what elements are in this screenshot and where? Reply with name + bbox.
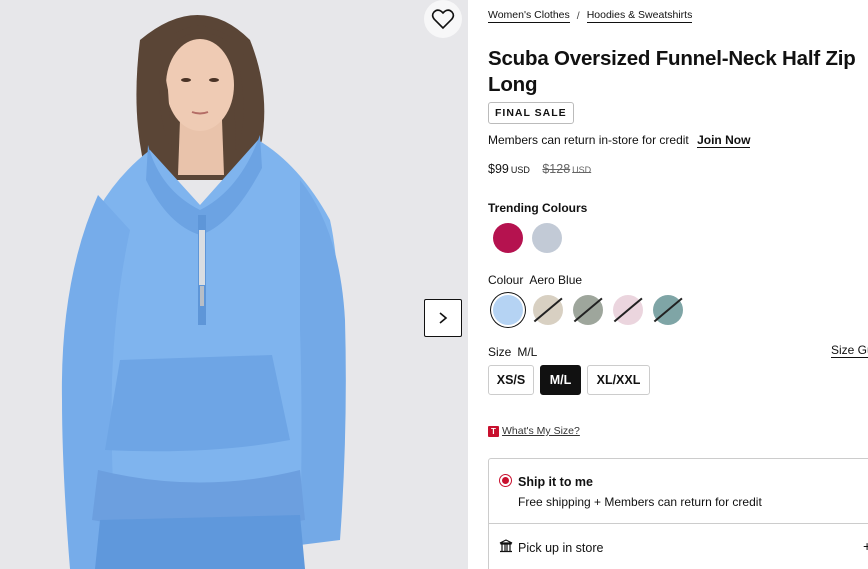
store-icon bbox=[499, 539, 513, 553]
heart-icon bbox=[431, 9, 455, 30]
original-price: $128 USD bbox=[542, 162, 591, 176]
colour-selected-value: Aero Blue bbox=[529, 273, 583, 287]
colour-swatch-sage-grey[interactable] bbox=[573, 295, 603, 325]
unavailable-slash bbox=[573, 297, 603, 322]
ship-it-option[interactable]: Ship it to me Free shipping + Members ca… bbox=[489, 459, 868, 524]
expand-plus-icon[interactable]: + bbox=[863, 538, 868, 554]
colour-swatch-pale-pink[interactable] bbox=[613, 295, 643, 325]
product-title: Scuba Oversized Funnel-Neck Half Zip Lon… bbox=[488, 47, 856, 96]
colour-label: Colour Aero Blue bbox=[488, 273, 582, 287]
size-label: Size M/L bbox=[488, 345, 537, 359]
size-option-m-l[interactable]: M/L bbox=[540, 365, 581, 395]
unavailable-slash bbox=[653, 297, 683, 322]
breadcrumb-separator: / bbox=[576, 10, 580, 22]
trending-swatch-magenta[interactable] bbox=[493, 223, 523, 253]
unavailable-slash bbox=[533, 297, 563, 322]
size-title: Size bbox=[488, 345, 512, 359]
ship-title: Ship it to me bbox=[518, 475, 593, 489]
colour-swatch-teal[interactable] bbox=[653, 295, 683, 325]
chevron-right-icon bbox=[439, 312, 448, 324]
members-text: Members can return in-store for credit bbox=[488, 133, 689, 147]
colour-title: Colour bbox=[488, 273, 524, 287]
true-fit-icon: T bbox=[488, 425, 499, 437]
breadcrumb: Women's Clothes / Hoodies & Sweatshirts bbox=[488, 9, 693, 23]
colour-swatch-beige[interactable] bbox=[533, 295, 563, 325]
product-details: Women's Clothes / Hoodies & Sweatshirts … bbox=[488, 0, 868, 569]
colour-swatch-aero-blue[interactable] bbox=[493, 295, 523, 325]
product-image-gallery bbox=[0, 0, 468, 569]
original-price-value: $128 bbox=[542, 162, 571, 176]
trending-colours-label: Trending Colours bbox=[488, 201, 587, 215]
product-photo bbox=[0, 0, 468, 569]
pickup-in-store-option[interactable]: Pick up in store + bbox=[489, 525, 868, 569]
members-return-note: Members can return in-store for credit J… bbox=[488, 133, 751, 148]
whats-my-size-label: What's My Size? bbox=[502, 425, 580, 437]
delivery-options: Ship it to me Free shipping + Members ca… bbox=[488, 458, 868, 569]
size-option-xs-s[interactable]: XS/S bbox=[488, 365, 534, 395]
pickup-title: Pick up in store bbox=[518, 541, 604, 555]
whats-my-size-link[interactable]: T What's My Size? bbox=[488, 425, 580, 437]
sale-price: $99 bbox=[488, 162, 509, 176]
next-image-button[interactable] bbox=[424, 299, 462, 337]
join-now-link[interactable]: Join Now bbox=[697, 133, 751, 148]
trending-swatch-light-grey-blue[interactable] bbox=[532, 223, 562, 253]
original-price-currency: USD bbox=[572, 165, 592, 175]
size-option-xl-xxl[interactable]: XL/XXL bbox=[587, 365, 650, 395]
price-block: $99 USD $128 USD bbox=[488, 162, 591, 176]
size-selected-value: M/L bbox=[517, 345, 538, 359]
trending-colours-title: Trending Colours bbox=[488, 201, 588, 215]
sale-price-currency: USD bbox=[510, 165, 530, 175]
favorite-button[interactable] bbox=[424, 0, 462, 38]
breadcrumb-hoodies-sweatshirts[interactable]: Hoodies & Sweatshirts bbox=[586, 9, 693, 23]
size-guide-link[interactable]: Size Gu bbox=[831, 343, 868, 358]
radio-dot bbox=[502, 477, 509, 484]
unavailable-slash bbox=[613, 297, 643, 322]
final-sale-badge: FINAL SALE bbox=[488, 102, 574, 124]
ship-radio-selected[interactable] bbox=[499, 474, 512, 487]
ship-subtitle: Free shipping + Members can return for c… bbox=[518, 495, 762, 509]
breadcrumb-womens-clothes[interactable]: Women's Clothes bbox=[488, 9, 570, 23]
